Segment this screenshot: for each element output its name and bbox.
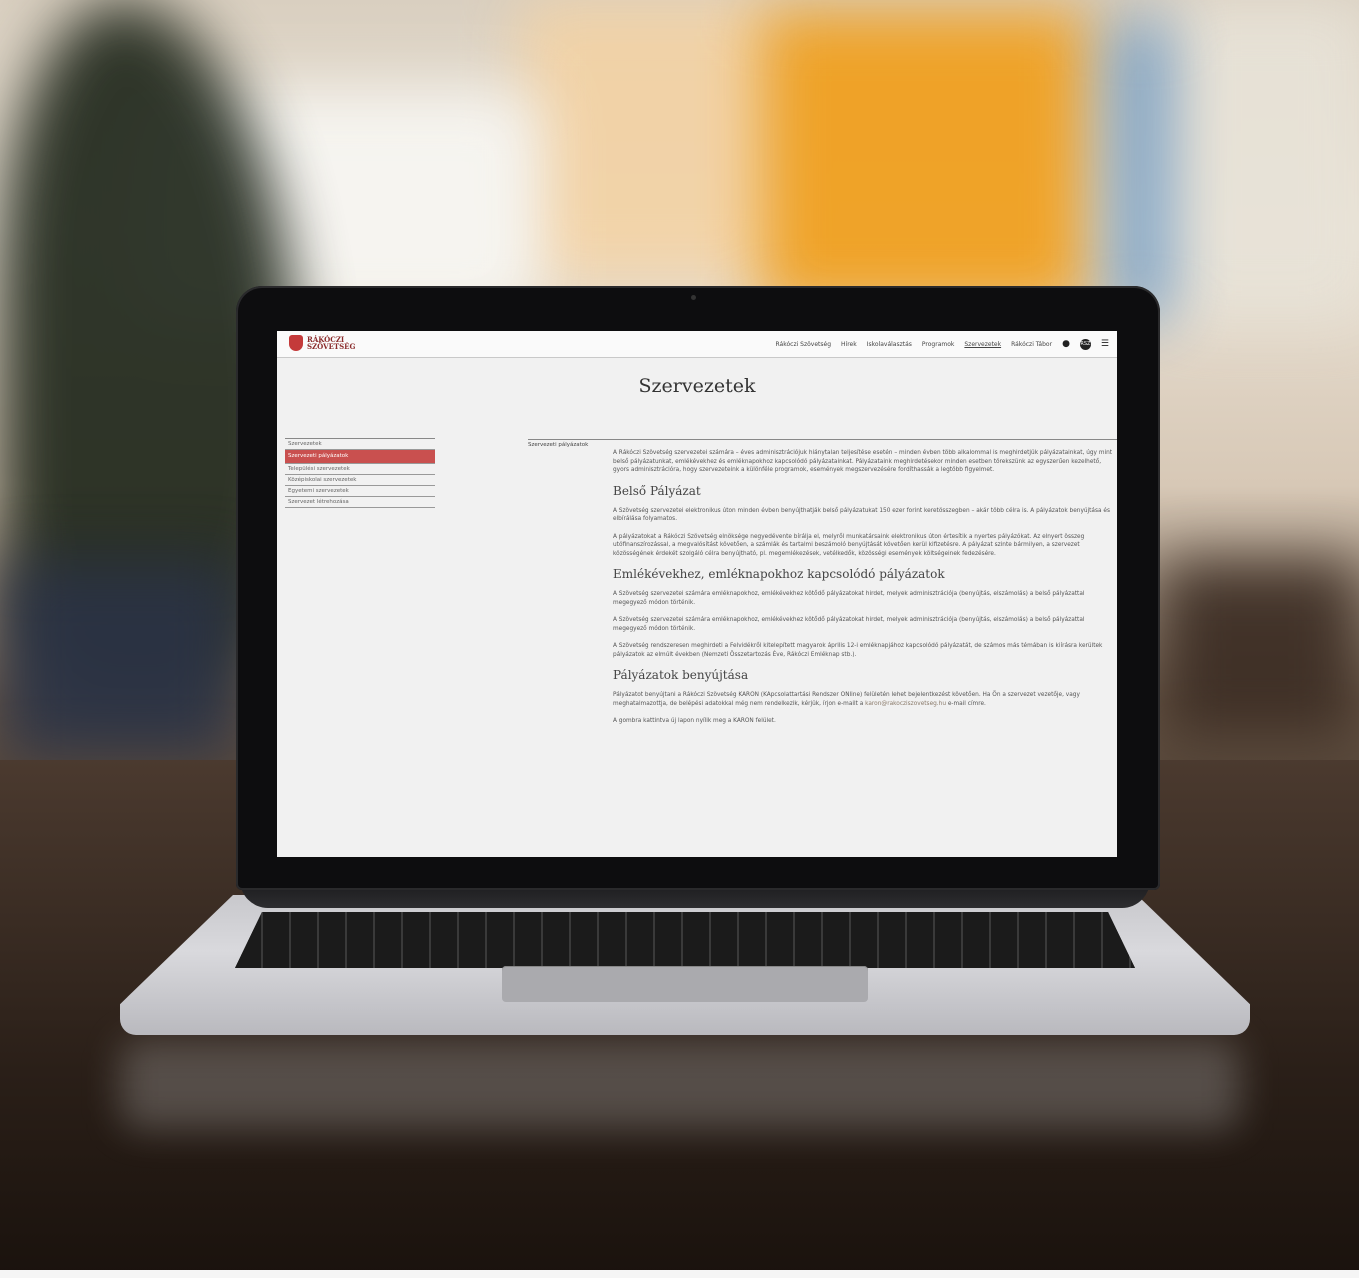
section-label: Szervezeti pályázatok — [528, 439, 618, 448]
photo-background: RÁKÓCZI SZÖVETSÉG Rákóczi Szövetség Híre… — [0, 0, 1359, 1278]
email-link[interactable]: karon@rakocziszovetseg.hu — [865, 701, 946, 707]
page-title: Szervezetek — [638, 375, 756, 397]
emlek-paragraph-1: A Szövetség szervezetei számára emléknap… — [613, 591, 1085, 606]
user-icon[interactable]: RSZ — [1079, 338, 1091, 350]
sidebar-item-telepulesi-szervezetek[interactable]: Települési szervezetek — [285, 464, 435, 475]
laptop-trackpad — [502, 966, 868, 1002]
main-content: A Rákóczi Szövetség szervezetei számára … — [613, 449, 1113, 735]
content-divider — [613, 439, 1117, 440]
laptop-screen: RÁKÓCZI SZÖVETSÉG Rákóczi Szövetség Híre… — [277, 331, 1117, 857]
site-logo[interactable]: RÁKÓCZI SZÖVETSÉG — [289, 335, 355, 351]
laptop-reflection — [120, 1040, 1240, 1130]
background-chair-left — [0, 560, 240, 760]
sidebar-item-szervezeti-palyazatok[interactable]: Szervezeti pályázatok — [285, 450, 435, 464]
coat-of-arms-icon — [289, 335, 303, 351]
benyujt-text-b: e-mail címre. — [946, 700, 986, 707]
heading-belso-palyazat: Belső Pályázat — [613, 483, 701, 498]
emlek-paragraph-2: A Szövetség szervezetei számára emléknap… — [613, 617, 1085, 632]
nav-links: Rákóczi Szövetség Hírek Iskolaválasztás … — [776, 331, 1109, 357]
laptop-keyboard — [235, 912, 1135, 968]
nav-link-iskolavalasztas[interactable]: Iskolaválasztás — [867, 341, 912, 348]
benyujt-paragraph-1: Pályázatot benyújtani a Rákóczi Szövetsé… — [613, 691, 1113, 708]
bottom-border — [0, 1270, 1359, 1278]
search-icon[interactable]: ● — [1062, 339, 1070, 349]
background-orange-panel — [760, 10, 1090, 310]
logo-line-2: SZÖVETSÉG — [307, 342, 356, 351]
belso-paragraph-2: A pályázatokat a Rákóczi Szövetség elnök… — [613, 533, 1085, 557]
sidebar-menu: Szervezetek Szervezeti pályázatok Telepü… — [285, 438, 435, 508]
background-chair-right — [1160, 560, 1359, 740]
heading-palyazatok-benyujtasa: Pályázatok benyújtása — [613, 668, 749, 682]
background-blue-stripe — [1110, 20, 1170, 320]
sidebar-item-egyetemi-szervezetek[interactable]: Egyetemi szervezetek — [285, 486, 435, 497]
sidebar-item-szervezet-letrehozasa[interactable]: Szervezet létrehozása — [285, 497, 435, 508]
emlek-paragraph-3: A Szövetség rendszeresen meghirdeti a Fe… — [613, 643, 1103, 658]
menu-icon[interactable]: ☰ — [1101, 339, 1109, 349]
top-navbar: RÁKÓCZI SZÖVETSÉG Rákóczi Szövetség Híre… — [277, 331, 1117, 358]
nav-link-rakoczi-szovetseg[interactable]: Rákóczi Szövetség — [776, 341, 832, 348]
heading-emlekevek: Emlékévekhez, emléknapokhoz kapcsolódó p… — [613, 567, 945, 581]
background-wall-peach — [520, 0, 780, 280]
benyujt-text-a: Pályázatot benyújtani a Rákóczi Szövetsé… — [613, 692, 1080, 707]
benyujt-paragraph-2: A gombra kattintva új lapon nyílik meg a… — [613, 718, 776, 724]
nav-link-rakoczi-tabor[interactable]: Rákóczi Tábor — [1011, 341, 1052, 348]
background-wall-right — [1170, 0, 1359, 320]
nav-link-szervezetek[interactable]: Szervezetek — [964, 341, 1001, 348]
belso-paragraph-1: A Szövetség szervezetei elektronikus úto… — [613, 507, 1110, 523]
sidebar-item-szervezetek[interactable]: Szervezetek — [285, 439, 435, 450]
intro-paragraph: A Rákóczi Szövetség szervezetei számára … — [613, 450, 1113, 473]
nav-link-programok[interactable]: Programok — [922, 341, 954, 348]
nav-link-hirek[interactable]: Hírek — [841, 341, 857, 348]
sidebar-item-kozepiskolai-szervezetek[interactable]: Középiskolai szervezetek — [285, 475, 435, 486]
camera-icon — [691, 295, 696, 300]
